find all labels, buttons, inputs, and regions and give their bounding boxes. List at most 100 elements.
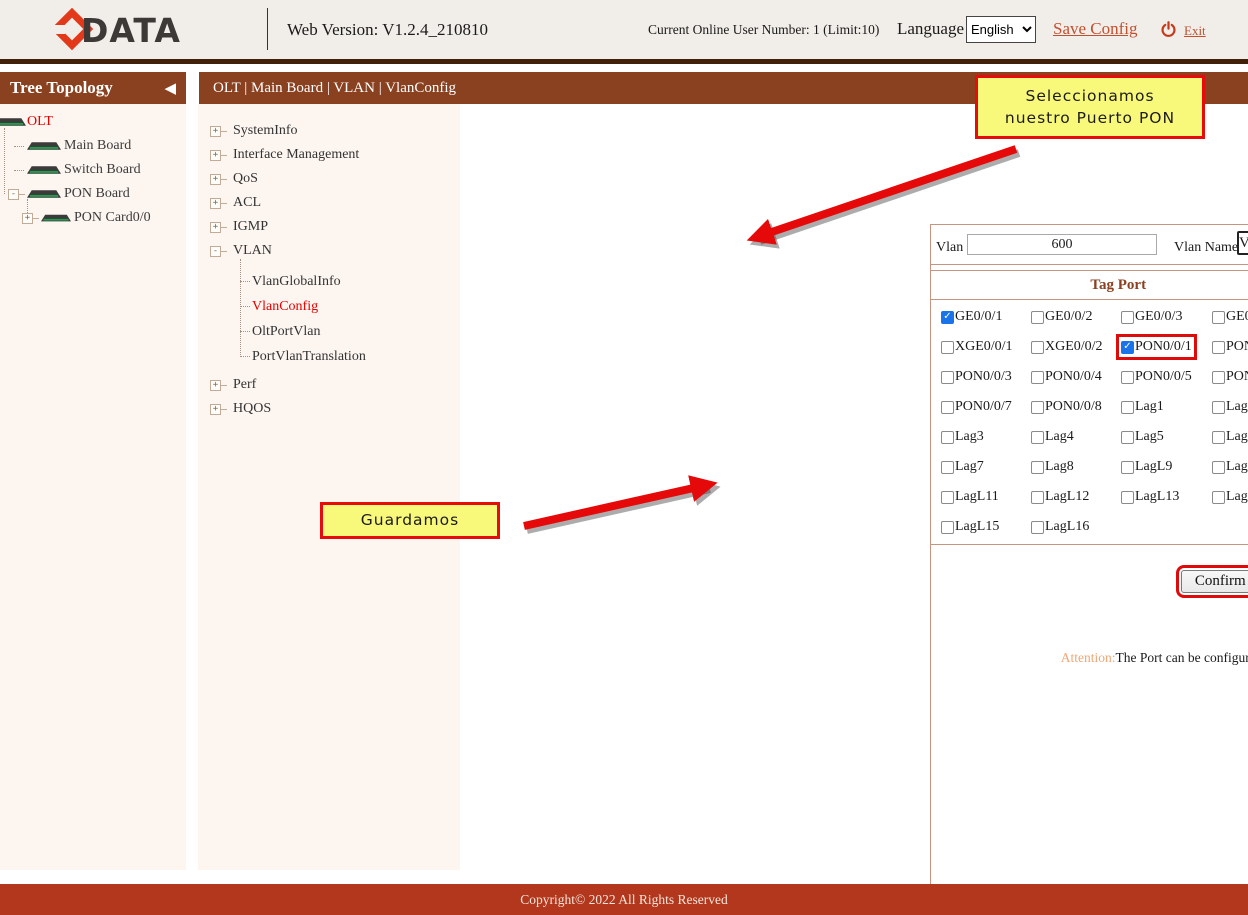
tree-dash [19,194,25,195]
save-config-link[interactable]: Save Config [1053,19,1138,39]
port-label: PON0/0/7 [955,399,1012,415]
port-label: XGE0/0/1 [955,339,1013,355]
language-label: Language [897,19,964,39]
tag-checkbox-pon0-0-2[interactable] [1212,341,1225,354]
tree-expander-icon[interactable]: - [8,189,19,200]
tag-checkbox-pon0-0-4[interactable] [1031,371,1044,384]
menu-item-igmp[interactable]: +IGMP [210,215,460,239]
tag-checkbox-xge0-0-1[interactable] [941,341,954,354]
tag-checkbox-pon0-0-5[interactable] [1121,371,1134,384]
tree-node-olt[interactable]: OLT [0,110,186,134]
language-select[interactable]: English [966,16,1036,43]
vlan-name-input[interactable] [1237,231,1248,255]
tag-port-lag2: Lag2 [1212,399,1248,415]
menu-dash [221,227,227,228]
tag-checkbox-lag6[interactable] [1212,431,1225,444]
tag-port-lag6: Lag6 [1212,429,1248,445]
menu-item-vlanglobalinfo[interactable]: VlanGlobalInfo [240,269,460,294]
tag-port-lagl11: LagL11 [941,489,999,505]
port-label: LagL10 [1226,459,1248,475]
tag-checkbox-lagl10[interactable] [1212,461,1225,474]
menu-item-qos[interactable]: + QoS [210,167,460,191]
menu-item-label: QoS [233,171,258,187]
port-label: GE0/0/3 [1135,309,1182,325]
menu-expander-icon[interactable]: + [210,404,221,415]
tree-node-pon-card0-0[interactable]: +PON Card0/0 [22,206,186,230]
tag-checkbox-lag1[interactable] [1121,401,1134,414]
tag-checkbox-lagl11[interactable] [941,491,954,504]
tag-checkbox-lagl16[interactable] [1031,521,1044,534]
menu-expander-icon[interactable]: + [210,198,221,209]
tag-checkbox-xge0-0-2[interactable] [1031,341,1044,354]
menu-expander-icon[interactable]: + [210,150,221,161]
tag-checkbox-lag8[interactable] [1031,461,1044,474]
menu-item-label: ACL [233,195,261,211]
tree-node-switch-board[interactable]: Switch Board [14,158,186,182]
port-label: LagL16 [1045,519,1089,535]
tag-checkbox-lagl15[interactable] [941,521,954,534]
menu-item-label: SystemInfo [233,123,298,139]
tag-port-table: Tag Port GE0/0/1GE0/0/2GE0/0/3GE0/0/4XGE… [931,271,1248,544]
menu-item-vlanconfig[interactable]: VlanConfig [240,294,460,319]
tag-checkbox-ge0-0-1[interactable] [941,311,954,324]
tag-port-cell: Lag1 [1121,392,1212,422]
vlan-id-input[interactable] [967,234,1157,255]
menu-item-acl[interactable]: + ACL [210,191,460,215]
tag-port-cell: PON0/0/2 [1212,332,1248,362]
port-tables: Tag Port GE0/0/1GE0/0/2GE0/0/3GE0/0/4XGE… [930,270,1248,545]
sidebar-collapse-icon[interactable]: ◀ [164,79,186,98]
menu-expander-icon[interactable]: + [210,174,221,185]
confirm-button[interactable]: Confirm [1181,570,1248,593]
menu-expander-icon[interactable]: + [210,126,221,137]
port-label: PON0/0/6 [1226,369,1248,385]
tag-port-cell: LagL11 [941,482,1031,512]
menu-expander-icon[interactable]: + [210,222,221,233]
menu-expander-icon[interactable]: - [210,246,221,257]
tag-checkbox-pon0-0-6[interactable] [1212,371,1225,384]
tag-checkbox-pon0-0-1[interactable] [1121,341,1134,354]
tag-checkbox-lag3[interactable] [941,431,954,444]
port-label: PON0/0/8 [1045,399,1102,415]
tag-checkbox-ge0-0-4[interactable] [1212,311,1225,324]
menu-item-systeminfo[interactable]: + SystemInfo [210,119,460,143]
power-icon[interactable] [1160,21,1177,38]
tag-checkbox-lag5[interactable] [1121,431,1134,444]
tag-checkbox-lagl13[interactable] [1121,491,1134,504]
menu-expander-icon[interactable]: + [210,380,221,391]
tag-port-cell: Lag3 [941,422,1031,452]
page: DATA Web Version: V1.2.4_210810 Current … [0,0,1248,915]
tag-checkbox-lag2[interactable] [1212,401,1225,414]
menu-item-hqos[interactable]: +HQOS [210,397,460,421]
menu-item-oltportvlan[interactable]: OltPortVlan [240,319,460,344]
port-label: LagL12 [1045,489,1089,505]
menu-item-vlan[interactable]: -VLAN [210,239,460,263]
tag-port-cell: XGE0/0/1 [941,332,1031,362]
menu-item-interface-management[interactable]: +Interface Management [210,143,460,167]
menu-item-portvlantranslation[interactable]: PortVlanTranslation [240,344,460,369]
tag-port-xge0-0-1: XGE0/0/1 [941,339,1013,355]
tag-port-cell: PON0/0/5 [1121,362,1212,392]
tree-node-pon-board[interactable]: -PON Board [8,182,186,206]
menu-dash [221,203,227,204]
tag-checkbox-pon0-0-3[interactable] [941,371,954,384]
tag-checkbox-lag7[interactable] [941,461,954,474]
tag-checkbox-ge0-0-3[interactable] [1121,311,1134,324]
port-label: Lag6 [1226,429,1248,445]
tag-checkbox-lagl14[interactable] [1212,491,1225,504]
tag-port-lagl16: LagL16 [1031,519,1089,535]
tree-node-main-board[interactable]: Main Board [14,134,186,158]
tag-checkbox-lag4[interactable] [1031,431,1044,444]
tree-expander-icon[interactable]: + [22,213,33,224]
nav-menu-panel: +SystemInfo+Interface Management+QoS+ACL… [198,104,460,870]
top-header: DATA Web Version: V1.2.4_210810 Current … [0,0,1248,59]
tag-checkbox-ge0-0-2[interactable] [1031,311,1044,324]
tag-checkbox-pon0-0-7[interactable] [941,401,954,414]
tag-checkbox-pon0-0-8[interactable] [1031,401,1044,414]
tag-checkbox-lagl9[interactable] [1121,461,1134,474]
tag-checkbox-lagl12[interactable] [1031,491,1044,504]
exit-link[interactable]: Exit [1184,23,1206,39]
menu-item-perf[interactable]: +Perf [210,373,460,397]
tag-port-cell: LagL12 [1031,482,1121,512]
tag-port-cell: Lag8 [1031,452,1121,482]
tag-port-xge0-0-2: XGE0/0/2 [1031,339,1103,355]
